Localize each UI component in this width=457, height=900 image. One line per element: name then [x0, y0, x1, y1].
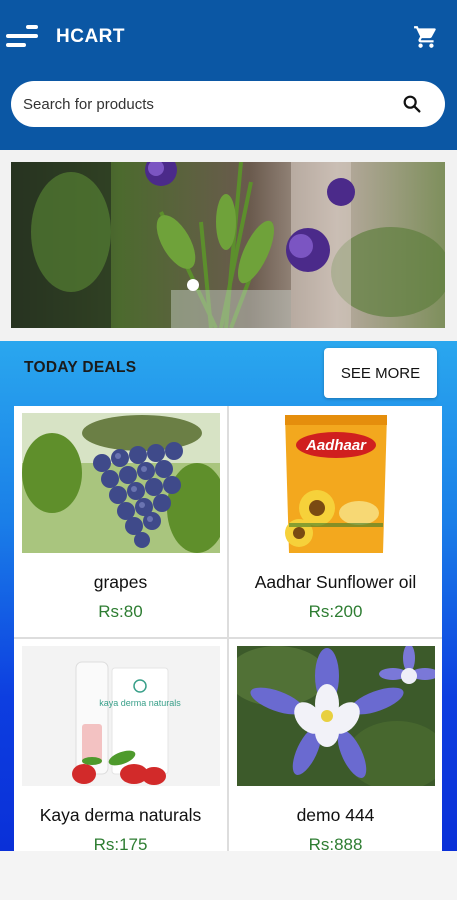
product-card[interactable]: kaya derma naturals Kaya derma naturals … [14, 639, 227, 870]
product-image: kaya derma naturals [22, 646, 220, 786]
product-price: Rs:200 [308, 602, 363, 621]
product-image [237, 646, 435, 786]
product-name: Kaya derma naturals [39, 805, 202, 825]
banner-carousel[interactable] [11, 162, 445, 328]
section-title: TODAY DEALS [24, 359, 137, 376]
app-title: HCART [56, 26, 125, 47]
product-name: grapes [93, 572, 148, 592]
cart-icon[interactable] [413, 24, 439, 50]
today-deals-section: TODAY DEALS SEE MORE grapes Rs:80 Aadhaa… [0, 341, 457, 871]
product-card[interactable]: Aadhaar Aadhar Sunflower oil Rs:200 [229, 406, 442, 637]
product-price: Rs:80 [98, 602, 143, 621]
bottom-area [0, 851, 457, 900]
product-card[interactable]: grapes Rs:80 [14, 406, 227, 637]
product-image [22, 413, 220, 553]
carousel-dot[interactable] [187, 279, 199, 291]
product-name: demo 444 [296, 805, 375, 825]
search-icon[interactable] [401, 93, 423, 115]
banner-image [11, 162, 445, 328]
product-name: Aadhar Sunflower oil [254, 572, 417, 592]
search-input[interactable] [23, 81, 393, 127]
see-more-button[interactable]: SEE MORE [324, 348, 437, 398]
menu-icon[interactable] [4, 22, 40, 52]
product-card[interactable]: demo 444 Rs:888 [229, 639, 442, 870]
search-bar [11, 81, 445, 127]
product-image: Aadhaar [237, 413, 435, 553]
product-grid: grapes Rs:80 Aadhaar Aadhar Sunflower oi… [14, 406, 442, 871]
svg-text:Aadhaar: Aadhaar [305, 437, 367, 454]
app-bar: HCART [0, 0, 457, 150]
svg-text:kaya derma naturals: kaya derma naturals [99, 698, 181, 708]
